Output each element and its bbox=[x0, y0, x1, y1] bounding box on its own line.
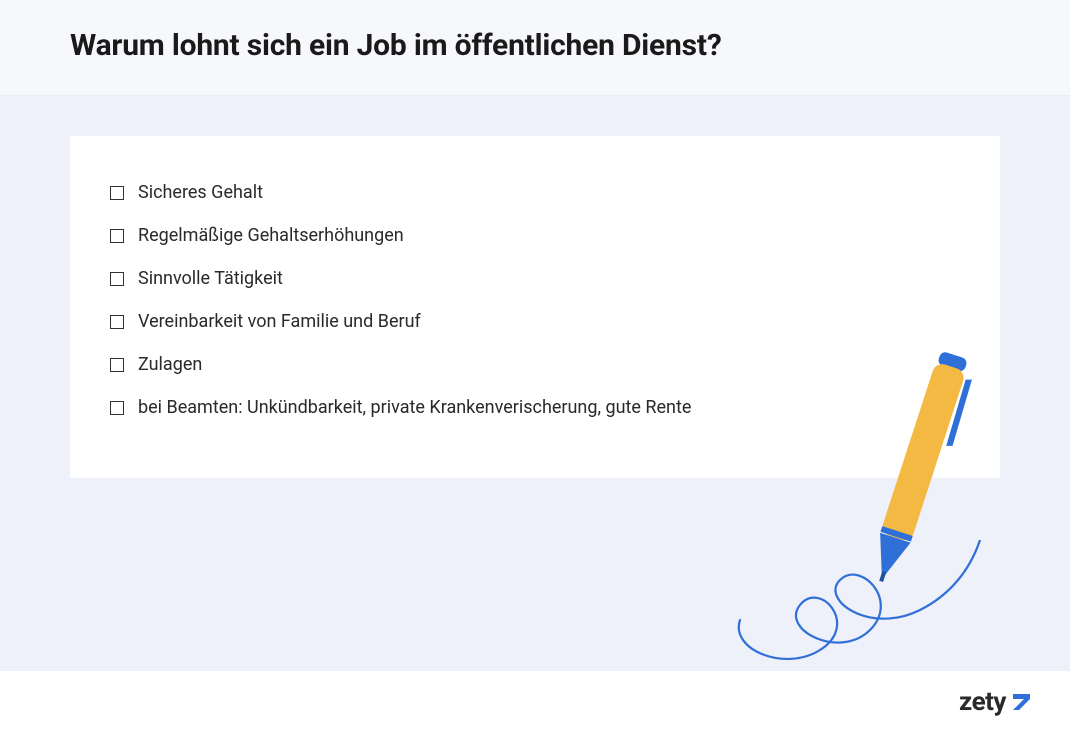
header: Warum lohnt sich ein Job im öffentlichen… bbox=[0, 0, 1070, 96]
list-item: bei Beamten: Unkündbarkeit, private Kran… bbox=[110, 397, 960, 418]
list-item-label: Zulagen bbox=[138, 354, 202, 375]
list-item-label: Sinnvolle Tätigkeit bbox=[138, 268, 283, 289]
checkbox-icon bbox=[110, 358, 124, 372]
list-item-label: bei Beamten: Unkündbarkeit, private Kran… bbox=[138, 397, 691, 418]
page-title: Warum lohnt sich ein Job im öffentlichen… bbox=[70, 28, 1000, 63]
list-item: Vereinbarkeit von Familie und Beruf bbox=[110, 311, 960, 332]
checklist-card: Sicheres Gehalt Regelmäßige Gehaltserhöh… bbox=[70, 136, 1000, 478]
footer: zety bbox=[0, 671, 1070, 733]
brand-mark-icon bbox=[1010, 690, 1034, 714]
list-item: Sicheres Gehalt bbox=[110, 182, 960, 203]
checkbox-icon bbox=[110, 186, 124, 200]
brand-logo: zety bbox=[959, 687, 1034, 717]
list-item-label: Sicheres Gehalt bbox=[138, 182, 263, 203]
list-item: Regelmäßige Gehaltserhöhungen bbox=[110, 225, 960, 246]
list-item-label: Vereinbarkeit von Familie und Beruf bbox=[138, 311, 421, 332]
brand-name: zety bbox=[959, 687, 1006, 717]
checkbox-icon bbox=[110, 229, 124, 243]
squiggle-decoration bbox=[670, 540, 1010, 690]
checkbox-icon bbox=[110, 315, 124, 329]
list-item-label: Regelmäßige Gehaltserhöhungen bbox=[138, 225, 404, 246]
checkbox-icon bbox=[110, 401, 124, 415]
checkbox-icon bbox=[110, 272, 124, 286]
list-item: Sinnvolle Tätigkeit bbox=[110, 268, 960, 289]
list-item: Zulagen bbox=[110, 354, 960, 375]
